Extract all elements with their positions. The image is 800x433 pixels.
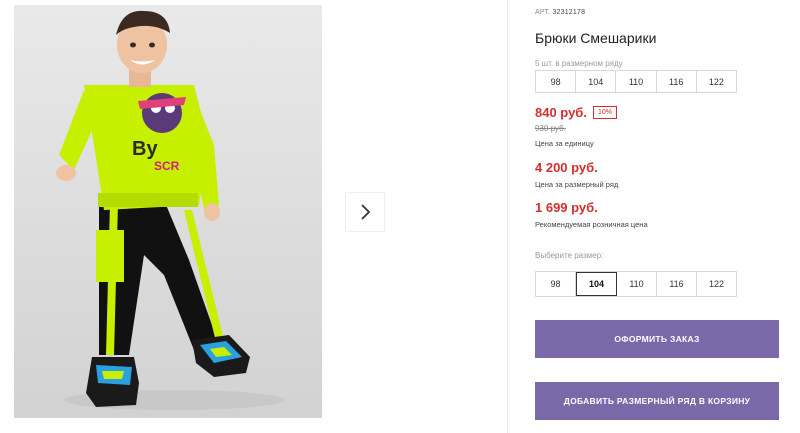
unit-price: 840 руб. — [535, 105, 587, 120]
svg-text:By: By — [132, 138, 158, 160]
add-size-range-to-cart-button[interactable]: ДОБАВИТЬ РАЗМЕРНЫЙ РЯД В КОРЗИНУ — [535, 382, 779, 420]
size-option-116[interactable]: 116 — [657, 272, 697, 296]
product-title: Брюки Смешарики — [535, 30, 657, 46]
size-option-110[interactable]: 110 — [617, 272, 657, 296]
range-price: 4 200 руб. — [535, 160, 598, 175]
product-gallery: By SCR — [0, 0, 508, 433]
size-selector: 98 104 110 116 122 — [535, 271, 737, 297]
size-range-list: 98 104 110 116 122 — [535, 70, 737, 93]
size-range-item: 110 — [616, 71, 657, 92]
size-option-98[interactable]: 98 — [536, 272, 576, 296]
size-range-item: 116 — [657, 71, 697, 92]
sku: АРТ. 32312178 — [535, 9, 585, 16]
size-select-label: Выберите размер: — [535, 251, 604, 260]
size-option-122[interactable]: 122 — [697, 272, 736, 296]
product-photo-illustration: By SCR — [56, 10, 284, 410]
chevron-right-icon — [361, 204, 371, 220]
size-option-104[interactable]: 104 — [576, 272, 617, 296]
sku-label: АРТ. — [535, 9, 551, 16]
product-photo: By SCR — [14, 5, 322, 418]
old-price: 930 руб. — [535, 124, 566, 133]
retail-price-caption: Рекомендуемая розничная цена — [535, 220, 648, 229]
range-price-caption: Цена за размерный ряд — [535, 180, 619, 189]
sku-value: 32312178 — [552, 9, 586, 16]
size-range-item: 98 — [536, 71, 577, 92]
unit-price-caption: Цена за единицу — [535, 139, 594, 148]
size-range-item: 122 — [708, 76, 724, 87]
discount-badge: 10% — [593, 106, 618, 119]
product-info-panel: АРТ. 32312178 Брюки Смешарики 5 шт. в ра… — [533, 0, 800, 433]
retail-price: 1 699 руб. — [535, 200, 598, 215]
svg-text:SCR: SCR — [154, 159, 180, 173]
checkout-button[interactable]: ОФОРМИТЬ ЗАКАЗ — [535, 320, 779, 358]
gallery-next-button[interactable] — [346, 193, 384, 231]
size-range-note: 5 шт. в размерном ряду — [535, 59, 623, 68]
size-range-item: 104 — [576, 71, 617, 92]
